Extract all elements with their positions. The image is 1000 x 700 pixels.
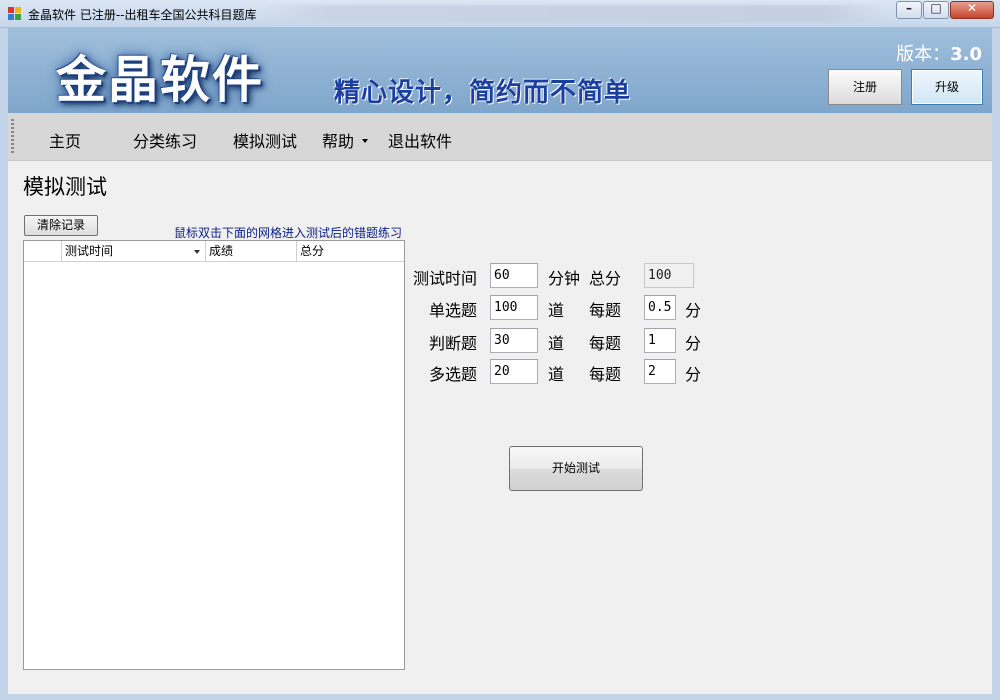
single-choice-count-input[interactable]: 100 — [490, 295, 538, 320]
total-score-label: 总分 — [589, 269, 622, 288]
minutes-unit: 分钟 — [548, 269, 581, 288]
single-choice-score-input[interactable]: 0.5 — [644, 295, 676, 320]
true-false-label: 判断题 — [429, 334, 478, 353]
maximize-button[interactable]: □ — [923, 1, 949, 19]
menu-help[interactable]: 帮助 — [322, 128, 369, 152]
dropdown-arrow-icon — [362, 138, 369, 143]
upgrade-button[interactable]: 升级 — [911, 69, 983, 105]
grid-row-header[interactable] — [24, 241, 62, 262]
close-button[interactable]: ✕ — [950, 1, 994, 19]
multi-score-unit: 分 — [685, 365, 702, 384]
menu-home[interactable]: 主页 — [49, 128, 81, 152]
test-time-input[interactable]: 60 — [490, 263, 538, 288]
window-controls: – □ ✕ — [895, 1, 994, 19]
grid-header: 测试时间 成绩 总分 — [24, 241, 404, 262]
slogan: 精心设计，简约而不简单 — [334, 78, 632, 108]
judge-each-label: 每题 — [589, 334, 622, 353]
column-total[interactable]: 总分 — [297, 241, 404, 262]
single-choice-label: 单选题 — [429, 301, 478, 320]
menu-category-practice[interactable]: 分类练习 — [133, 128, 197, 152]
multi-choice-score-input[interactable]: 2 — [644, 359, 676, 384]
page-title: 模拟测试 — [23, 175, 107, 199]
judge-score-unit: 分 — [685, 334, 702, 353]
total-score-field: 100 — [644, 263, 694, 288]
grid-hint: 鼠标双击下面的网格进入测试后的错题练习 — [174, 226, 403, 240]
register-button[interactable]: 注册 — [828, 69, 902, 105]
version-label: 版本： — [896, 44, 951, 65]
true-false-score-input[interactable]: 1 — [644, 328, 676, 353]
clear-records-button[interactable]: 清除记录 — [24, 215, 98, 236]
multi-choice-count-input[interactable]: 20 — [490, 359, 538, 384]
version-info: 版本：3.0 — [896, 40, 982, 66]
menu-exit[interactable]: 退出软件 — [388, 128, 452, 152]
single-each-label: 每题 — [589, 301, 622, 320]
single-count-unit: 道 — [548, 301, 565, 320]
titlebar-blur — [265, 5, 885, 23]
records-grid[interactable]: 测试时间 成绩 总分 — [23, 240, 405, 670]
column-test-time-label: 测试时间 — [65, 244, 114, 258]
brand-logo: 金晶软件 — [56, 51, 264, 109]
window-title: 金晶软件 已注册--出租车全国公共科目题库 — [28, 8, 257, 22]
minimize-button[interactable]: – — [896, 1, 922, 19]
sort-arrow-icon — [194, 250, 200, 254]
menu-bar: 主页 分类练习 模拟测试 帮助 退出软件 — [8, 113, 992, 161]
maximize-icon: □ — [930, 1, 942, 15]
menu-mock-test[interactable]: 模拟测试 — [233, 128, 297, 152]
single-score-unit: 分 — [685, 301, 702, 320]
multi-each-label: 每题 — [589, 365, 622, 384]
start-test-button[interactable]: 开始测试 — [509, 446, 643, 491]
window-frame: 金晶软件 精心设计，简约而不简单 版本：3.0 注册 升级 主页 分类练习 模拟… — [0, 28, 1000, 700]
column-test-time[interactable]: 测试时间 — [62, 241, 206, 262]
close-icon: ✕ — [966, 1, 978, 15]
multi-choice-label: 多选题 — [429, 365, 478, 384]
multi-count-unit: 道 — [548, 365, 565, 384]
version-value: 3.0 — [950, 44, 982, 65]
test-time-label: 测试时间 — [413, 269, 478, 288]
banner: 金晶软件 精心设计，简约而不简单 版本：3.0 注册 升级 — [8, 28, 992, 113]
judge-count-unit: 道 — [548, 334, 565, 353]
app-icon — [8, 7, 22, 21]
toolbar-grip[interactable] — [11, 119, 14, 155]
window-titlebar[interactable]: 金晶软件 已注册--出租车全国公共科目题库 – □ ✕ — [0, 0, 1000, 28]
menu-help-label: 帮助 — [322, 132, 355, 151]
true-false-count-input[interactable]: 30 — [490, 328, 538, 353]
minimize-icon: – — [906, 1, 912, 15]
column-score[interactable]: 成绩 — [206, 241, 297, 262]
